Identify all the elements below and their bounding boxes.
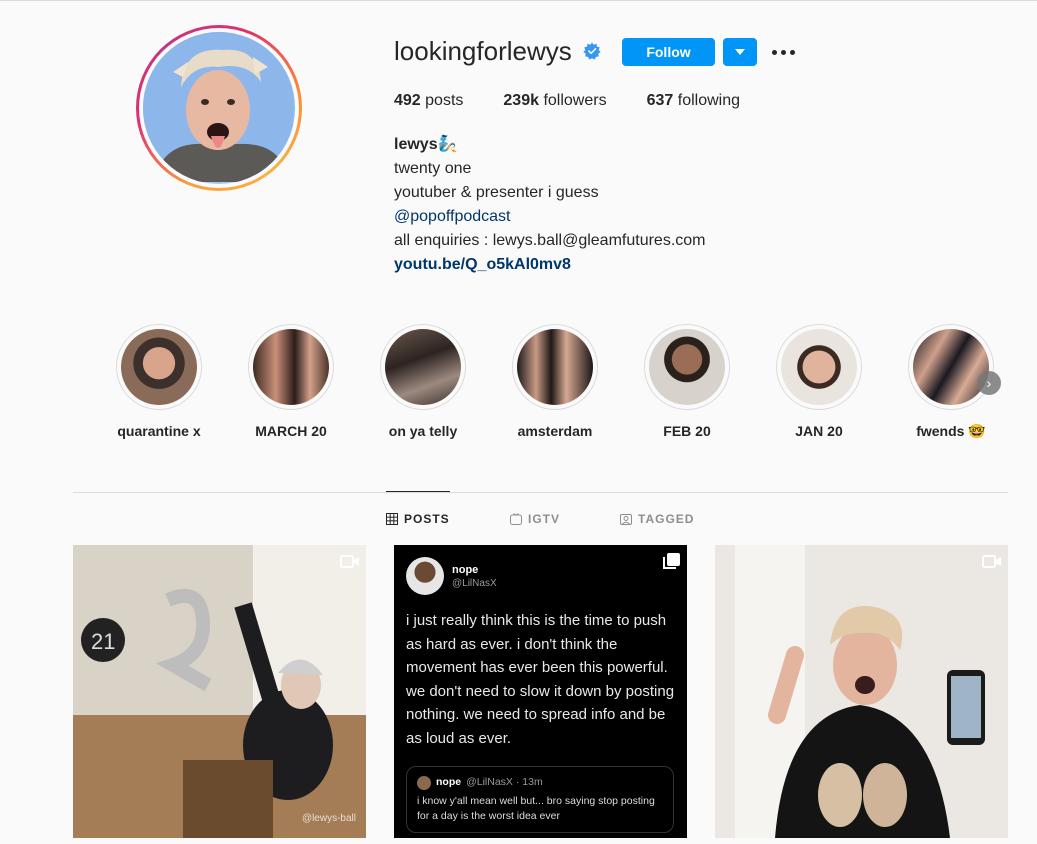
highlight-cover: [781, 329, 857, 405]
camera-icon: [340, 555, 359, 568]
highlights-next-button[interactable]: ›: [977, 371, 1001, 395]
highlight-cover: [649, 329, 725, 405]
highlight-item[interactable]: FEB 20: [641, 324, 733, 439]
following-stat[interactable]: 637 following: [647, 92, 740, 110]
tweet-handle: @LilNasX: [452, 577, 497, 589]
profile-stats: 492 posts 239k followers 637 following: [394, 92, 780, 110]
quoted-tweet-avatar: [417, 775, 431, 790]
tweet-body: i just really think this is the time to …: [406, 612, 675, 747]
highlight-cover: [121, 329, 197, 405]
more-dots-icon: [771, 49, 777, 55]
highlight-item[interactable]: on ya telly: [377, 324, 469, 439]
active-tab-indicator: [386, 491, 450, 492]
top-border: [0, 0, 1037, 1]
chevron-down-icon: [735, 49, 745, 55]
highlight-item[interactable]: JAN 20: [773, 324, 865, 439]
highlight-cover: [253, 329, 329, 405]
grid-icon: [386, 513, 398, 525]
tweet-name: nope: [452, 563, 479, 576]
bio-mention-link[interactable]: @popoffpodcast: [394, 205, 705, 229]
quoted-tweet: nope @LilNasX · 13m i know y'all mean we…: [406, 766, 674, 833]
post-image: 21: [73, 545, 366, 838]
tagged-icon: [620, 514, 632, 525]
more-options-button[interactable]: [769, 42, 797, 62]
verified-badge-icon: [583, 42, 601, 60]
tabs-divider: [73, 492, 1008, 493]
bio-line: youtuber & presenter i guess: [394, 184, 599, 201]
follow-button[interactable]: Follow: [622, 38, 715, 66]
post-watermark: @lewys-ball: [301, 813, 356, 824]
post-thumbnail[interactable]: [715, 545, 1008, 838]
profile-avatar-story-ring[interactable]: [136, 25, 302, 191]
tab-tagged[interactable]: TAGGED: [620, 512, 694, 526]
posts-stat: 492 posts: [394, 92, 464, 109]
tab-igtv[interactable]: IGTV: [510, 512, 560, 526]
profile-username: lookingforlewys: [394, 36, 572, 66]
highlight-cover: [385, 329, 461, 405]
post-image: [715, 545, 1008, 838]
post-thumbnail[interactable]: 21 @lewys-ball: [73, 545, 366, 838]
tweet-screenshot: nope @LilNasX i just really think this i…: [406, 557, 681, 833]
suggested-accounts-dropdown-button[interactable]: [723, 38, 757, 66]
svg-text:21: 21: [91, 629, 115, 654]
chevron-right-icon: ›: [986, 375, 992, 391]
story-highlights: quarantine x MARCH 20 on ya telly amster…: [113, 324, 1013, 444]
post-thumbnail[interactable]: nope @LilNasX i just really think this i…: [394, 545, 687, 838]
highlight-item[interactable]: MARCH 20: [245, 324, 337, 439]
bio-line: twenty one: [394, 160, 472, 177]
highlight-item[interactable]: amsterdam: [509, 324, 601, 439]
highlight-cover: [517, 329, 593, 405]
tab-posts[interactable]: POSTS: [386, 512, 450, 526]
profile-avatar: [143, 32, 295, 184]
followers-stat[interactable]: 239k followers: [503, 92, 606, 110]
highlight-item[interactable]: quarantine x: [113, 324, 205, 439]
bio-line: all enquiries : lewys.ball@gleamfutures.…: [394, 232, 706, 249]
camera-icon: [982, 555, 1001, 568]
bio-full-name: lewys🧞: [394, 136, 458, 153]
bio-external-link[interactable]: youtu.be/Q_o5kAl0mv8: [394, 253, 705, 277]
tweet-avatar: [406, 557, 444, 595]
quoted-tweet-body: i know y'all mean well but... bro saying…: [417, 795, 655, 822]
highlight-cover: [913, 329, 989, 405]
profile-bio: lewys🧞 twenty one youtuber & presenter i…: [394, 133, 705, 277]
igtv-icon: [510, 513, 522, 525]
